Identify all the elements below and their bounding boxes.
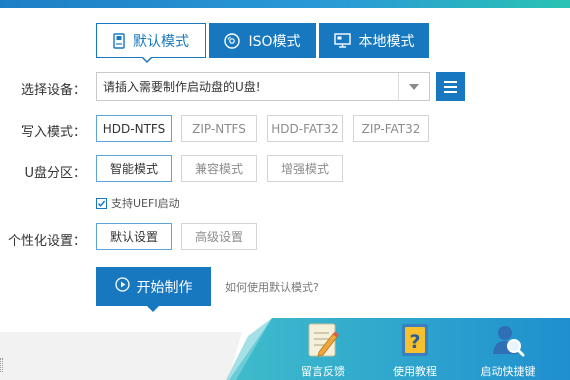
chevron-down-icon[interactable]: [398, 73, 429, 100]
uefi-checkbox-row[interactable]: 支持UEFI启动: [96, 195, 180, 211]
top-gradient-strip: [0, 0, 570, 8]
disc-icon: [224, 32, 241, 49]
usb-drive-icon: [113, 32, 125, 49]
tab-label: ISO模式: [248, 33, 301, 50]
uefi-checkbox[interactable]: [96, 197, 107, 209]
start-button-pointer: [147, 306, 159, 312]
footer-tutorial[interactable]: ? 使用教程: [385, 322, 445, 379]
partition-option-smart[interactable]: 智能模式: [96, 155, 172, 182]
write-mode-label: 写入模式：: [20, 125, 86, 140]
personalize-option-advanced[interactable]: 高级设置: [181, 223, 257, 250]
monitor-icon: [333, 33, 351, 48]
tab-default-mode[interactable]: 默认模式: [96, 23, 206, 58]
active-tab-pointer: [141, 56, 153, 63]
footer-tutorial-label: 使用教程: [393, 365, 437, 378]
resize-grip[interactable]: [0, 358, 3, 372]
tab-label: 默认模式: [133, 33, 189, 50]
write-mode-option-zip-ntfs[interactable]: ZIP-NTFS: [181, 115, 257, 142]
partition-option-compatible[interactable]: 兼容模式: [181, 155, 257, 182]
uefi-checkbox-label: 支持UEFI启动: [111, 197, 180, 210]
write-mode-option-zip-fat32[interactable]: ZIP-FAT32: [353, 115, 429, 142]
checkmark-icon: [97, 200, 106, 207]
tab-iso-mode[interactable]: ISO模式: [209, 23, 316, 58]
device-select[interactable]: 请插入需要制作启动盘的U盘!: [96, 72, 430, 101]
help-default-mode-link[interactable]: 如何使用默认模式?: [225, 279, 319, 295]
menu-icon-bar: [444, 80, 457, 83]
tab-label: 本地模式: [358, 33, 415, 50]
device-select-value: 请插入需要制作启动盘的U盘!: [103, 80, 261, 94]
svg-text:?: ?: [409, 331, 420, 353]
menu-icon-bar: [444, 85, 457, 88]
footer-feedback-label: 留言反馈: [301, 365, 345, 378]
tab-local-mode[interactable]: 本地模式: [319, 23, 429, 58]
user-search-icon: [490, 322, 526, 358]
play-circle-icon: [114, 277, 130, 296]
partition-label: U盘分区：: [24, 166, 86, 181]
personalize-option-default[interactable]: 默认设置: [96, 223, 172, 250]
device-list-menu-button[interactable]: [436, 72, 465, 101]
start-make-label: 开始制作: [136, 279, 193, 296]
personalize-label: 个性化设置：: [7, 234, 86, 249]
pencil-note-icon: [305, 322, 341, 358]
footer-feedback[interactable]: 留言反馈: [293, 322, 353, 379]
footer-boot-shortcut-label: 启动快捷键: [480, 365, 536, 378]
footer-boot-shortcut[interactable]: 启动快捷键: [478, 322, 538, 379]
menu-icon-bar: [444, 90, 457, 93]
write-mode-option-hdd-fat32[interactable]: HDD-FAT32: [267, 115, 343, 142]
device-label: 选择设备：: [20, 83, 86, 98]
write-mode-option-hdd-ntfs[interactable]: HDD-NTFS: [96, 115, 172, 142]
start-make-button[interactable]: 开始制作: [96, 267, 211, 306]
partition-option-enhanced[interactable]: 增强模式: [267, 155, 343, 182]
question-book-icon: ?: [397, 322, 433, 358]
